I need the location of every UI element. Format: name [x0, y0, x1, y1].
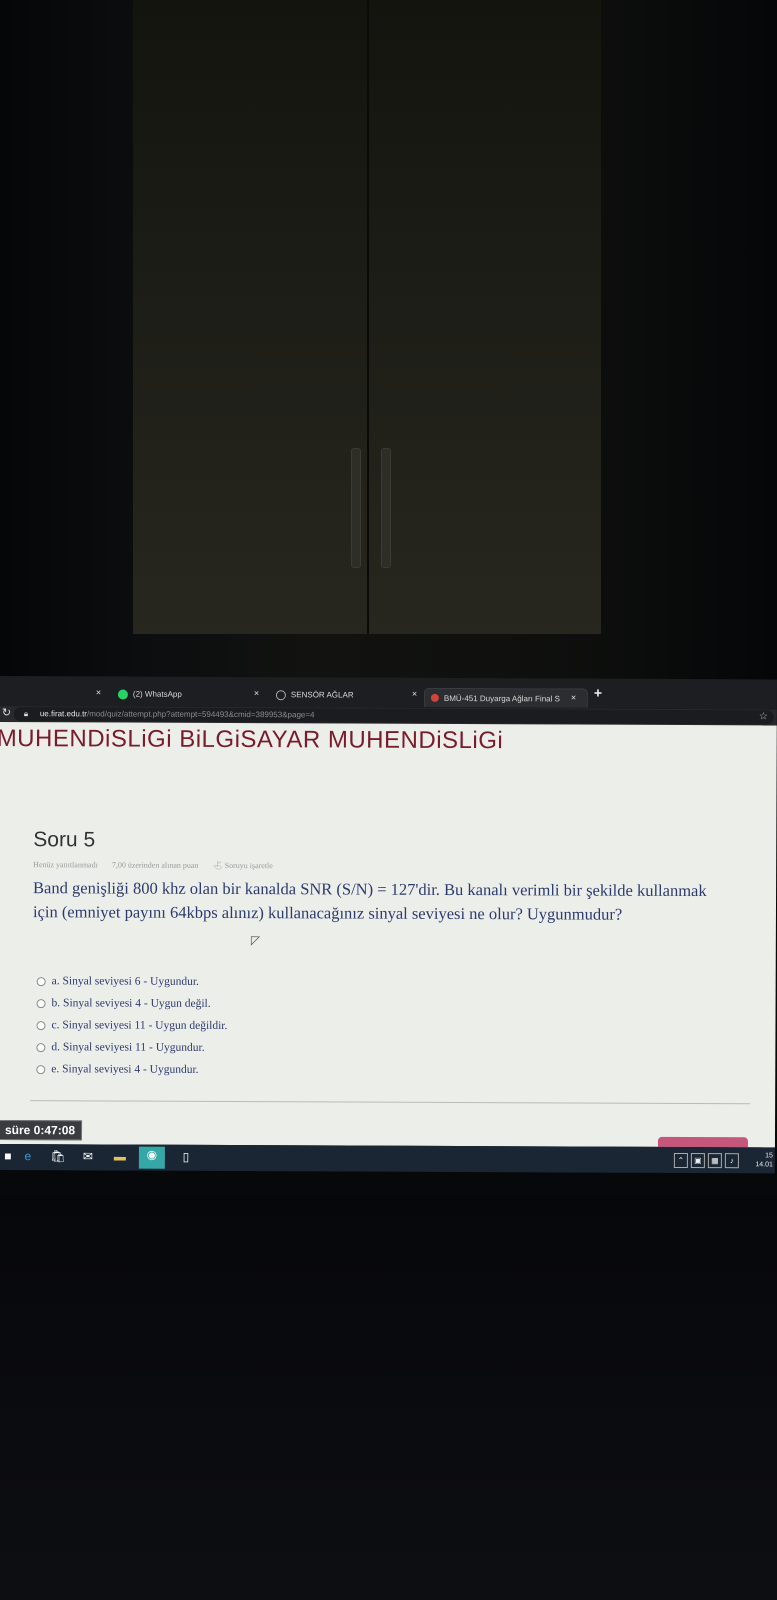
- answer-label: c. Sinyal seviyesi 11 - Uygun değildir.: [51, 1019, 228, 1032]
- lock-icon: 🔒︎: [23, 709, 29, 719]
- room-background: [0, 0, 777, 688]
- divider: [30, 1100, 751, 1105]
- keyboard-background: [0, 1196, 777, 1600]
- radio-button[interactable]: [36, 976, 46, 986]
- wardrobe-handle-right: [381, 448, 391, 568]
- mail-icon[interactable]: ✉: [80, 1148, 96, 1164]
- answer-label: a. Sinyal seviyesi 6 - Uygundur.: [51, 975, 199, 988]
- store-icon[interactable]: 🛍︎: [50, 1148, 66, 1164]
- tab-label: BMÜ-451 Duyarga Ağları Final S: [443, 693, 560, 703]
- radio-button[interactable]: [36, 998, 46, 1008]
- radio-button[interactable]: [36, 1064, 46, 1074]
- tab-bar: × (2) WhatsApp × SENSÖR AĞLAR × BMÜ-451 …: [0, 676, 777, 710]
- edge-icon[interactable]: e: [20, 1148, 36, 1164]
- network-icon[interactable]: ▦: [707, 1153, 722, 1169]
- moodle-icon: [430, 693, 439, 702]
- volume-icon[interactable]: ♪: [724, 1153, 739, 1169]
- chevron-up-icon[interactable]: ⌃: [673, 1152, 688, 1169]
- clock-date: 14.01: [755, 1161, 773, 1169]
- tab-label: SENSÖR AĞLAR: [290, 690, 354, 700]
- question-status: Henüz yanıtlanmadı: [33, 860, 98, 870]
- file-icon[interactable]: ▯: [178, 1149, 194, 1165]
- bookmark-star-icon[interactable]: ☆: [759, 711, 768, 722]
- answer-label: e. Sinyal seviyesi 4 - Uygundur.: [51, 1063, 199, 1076]
- answer-option-e[interactable]: e. Sinyal seviyesi 4 - Uygundur.: [36, 1058, 227, 1081]
- new-tab-button[interactable]: +: [594, 685, 602, 701]
- windows-taskbar: ■ e 🛍︎ ✉ ▬ ◉ ▯ ⌃ ▣ ▦ ♪ 15 14.01: [0, 1143, 775, 1174]
- globe-icon: [275, 689, 286, 700]
- mouse-cursor-icon: ◸: [250, 933, 261, 948]
- tab-first[interactable]: ×: [0, 683, 105, 704]
- answer-label: b. Sinyal seviyesi 4 - Uygun değil.: [51, 997, 211, 1010]
- answer-options: a. Sinyal seviyesi 6 - Uygundur. b. Siny…: [36, 970, 227, 1081]
- answer-option-b[interactable]: b. Sinyal seviyesi 4 - Uygun değil.: [36, 992, 228, 1015]
- chrome-icon[interactable]: ◉: [138, 1146, 165, 1169]
- folder-icon[interactable]: ▬: [112, 1148, 128, 1164]
- answer-option-d[interactable]: d. Sinyal seviyesi 11 - Uygundur.: [36, 1036, 227, 1059]
- close-icon[interactable]: ×: [412, 689, 417, 699]
- clock-time: 15: [765, 1152, 773, 1160]
- question-info: Henüz yanıtlanmadı 7,00 üzerinden alınan…: [33, 860, 297, 870]
- flag-question-label: Soruyu işaretle: [224, 860, 273, 871]
- site-banner: MUHENDiSLiGi BiLGiSAYAR MUHENDiSLiGi: [0, 724, 504, 755]
- system-tray: ⌃ ▣ ▦ ♪: [673, 1152, 739, 1169]
- tab-final-exam[interactable]: BMÜ-451 Duyarga Ağları Final S ×: [423, 687, 588, 708]
- url-path: /mod/quiz/attempt.php?attempt=594493&cmi…: [86, 709, 315, 720]
- wardrobe: [133, 0, 601, 634]
- quiz-timer: süre 0:47:08: [0, 1119, 83, 1141]
- url-text: ue.firat.edu.tr/mod/quiz/attempt.php?att…: [40, 709, 315, 719]
- answer-option-a[interactable]: a. Sinyal seviyesi 6 - Uygundur.: [36, 970, 228, 993]
- laptop-screen: × (2) WhatsApp × SENSÖR AĞLAR × BMÜ-451 …: [0, 676, 777, 1199]
- radio-button[interactable]: [36, 1020, 46, 1030]
- close-icon[interactable]: ×: [96, 687, 101, 697]
- tab-label: (2) WhatsApp: [132, 689, 182, 699]
- wardrobe-handle-left: [351, 448, 361, 568]
- answer-option-c[interactable]: c. Sinyal seviyesi 11 - Uygun değildir.: [36, 1014, 227, 1037]
- close-icon[interactable]: ×: [254, 688, 259, 698]
- question-title: Soru 5: [33, 828, 96, 852]
- start-icon[interactable]: ■: [0, 1148, 16, 1164]
- flag-question-link[interactable]: ⛳︎ Soruyu işaretle: [212, 861, 284, 870]
- tab-sensor-aglar[interactable]: SENSÖR AĞLAR ×: [275, 684, 421, 706]
- taskbar-clock[interactable]: 15 14.01: [755, 1151, 773, 1169]
- next-page-button[interactable]: [657, 1136, 748, 1148]
- tray-app-icon[interactable]: ▣: [690, 1153, 705, 1169]
- answer-label: d. Sinyal seviyesi 11 - Uygundur.: [51, 1041, 205, 1054]
- question-text: Band genişliği 800 khz olan bir kanalda …: [32, 878, 707, 924]
- radio-button[interactable]: [36, 1042, 46, 1052]
- close-icon[interactable]: ×: [571, 692, 576, 702]
- question-points: 7,00 üzerinden alınan puan: [111, 860, 199, 870]
- quiz-page: MUHENDiSLiGi BiLGiSAYAR MUHENDiSLiGi Sor…: [0, 721, 777, 1148]
- reload-icon[interactable]: ↻: [2, 706, 11, 719]
- wardrobe-door-gap: [367, 0, 369, 634]
- whatsapp-icon: [117, 689, 128, 700]
- url-host: ue.firat.edu.tr: [39, 709, 87, 719]
- tab-whatsapp[interactable]: (2) WhatsApp ×: [117, 684, 263, 706]
